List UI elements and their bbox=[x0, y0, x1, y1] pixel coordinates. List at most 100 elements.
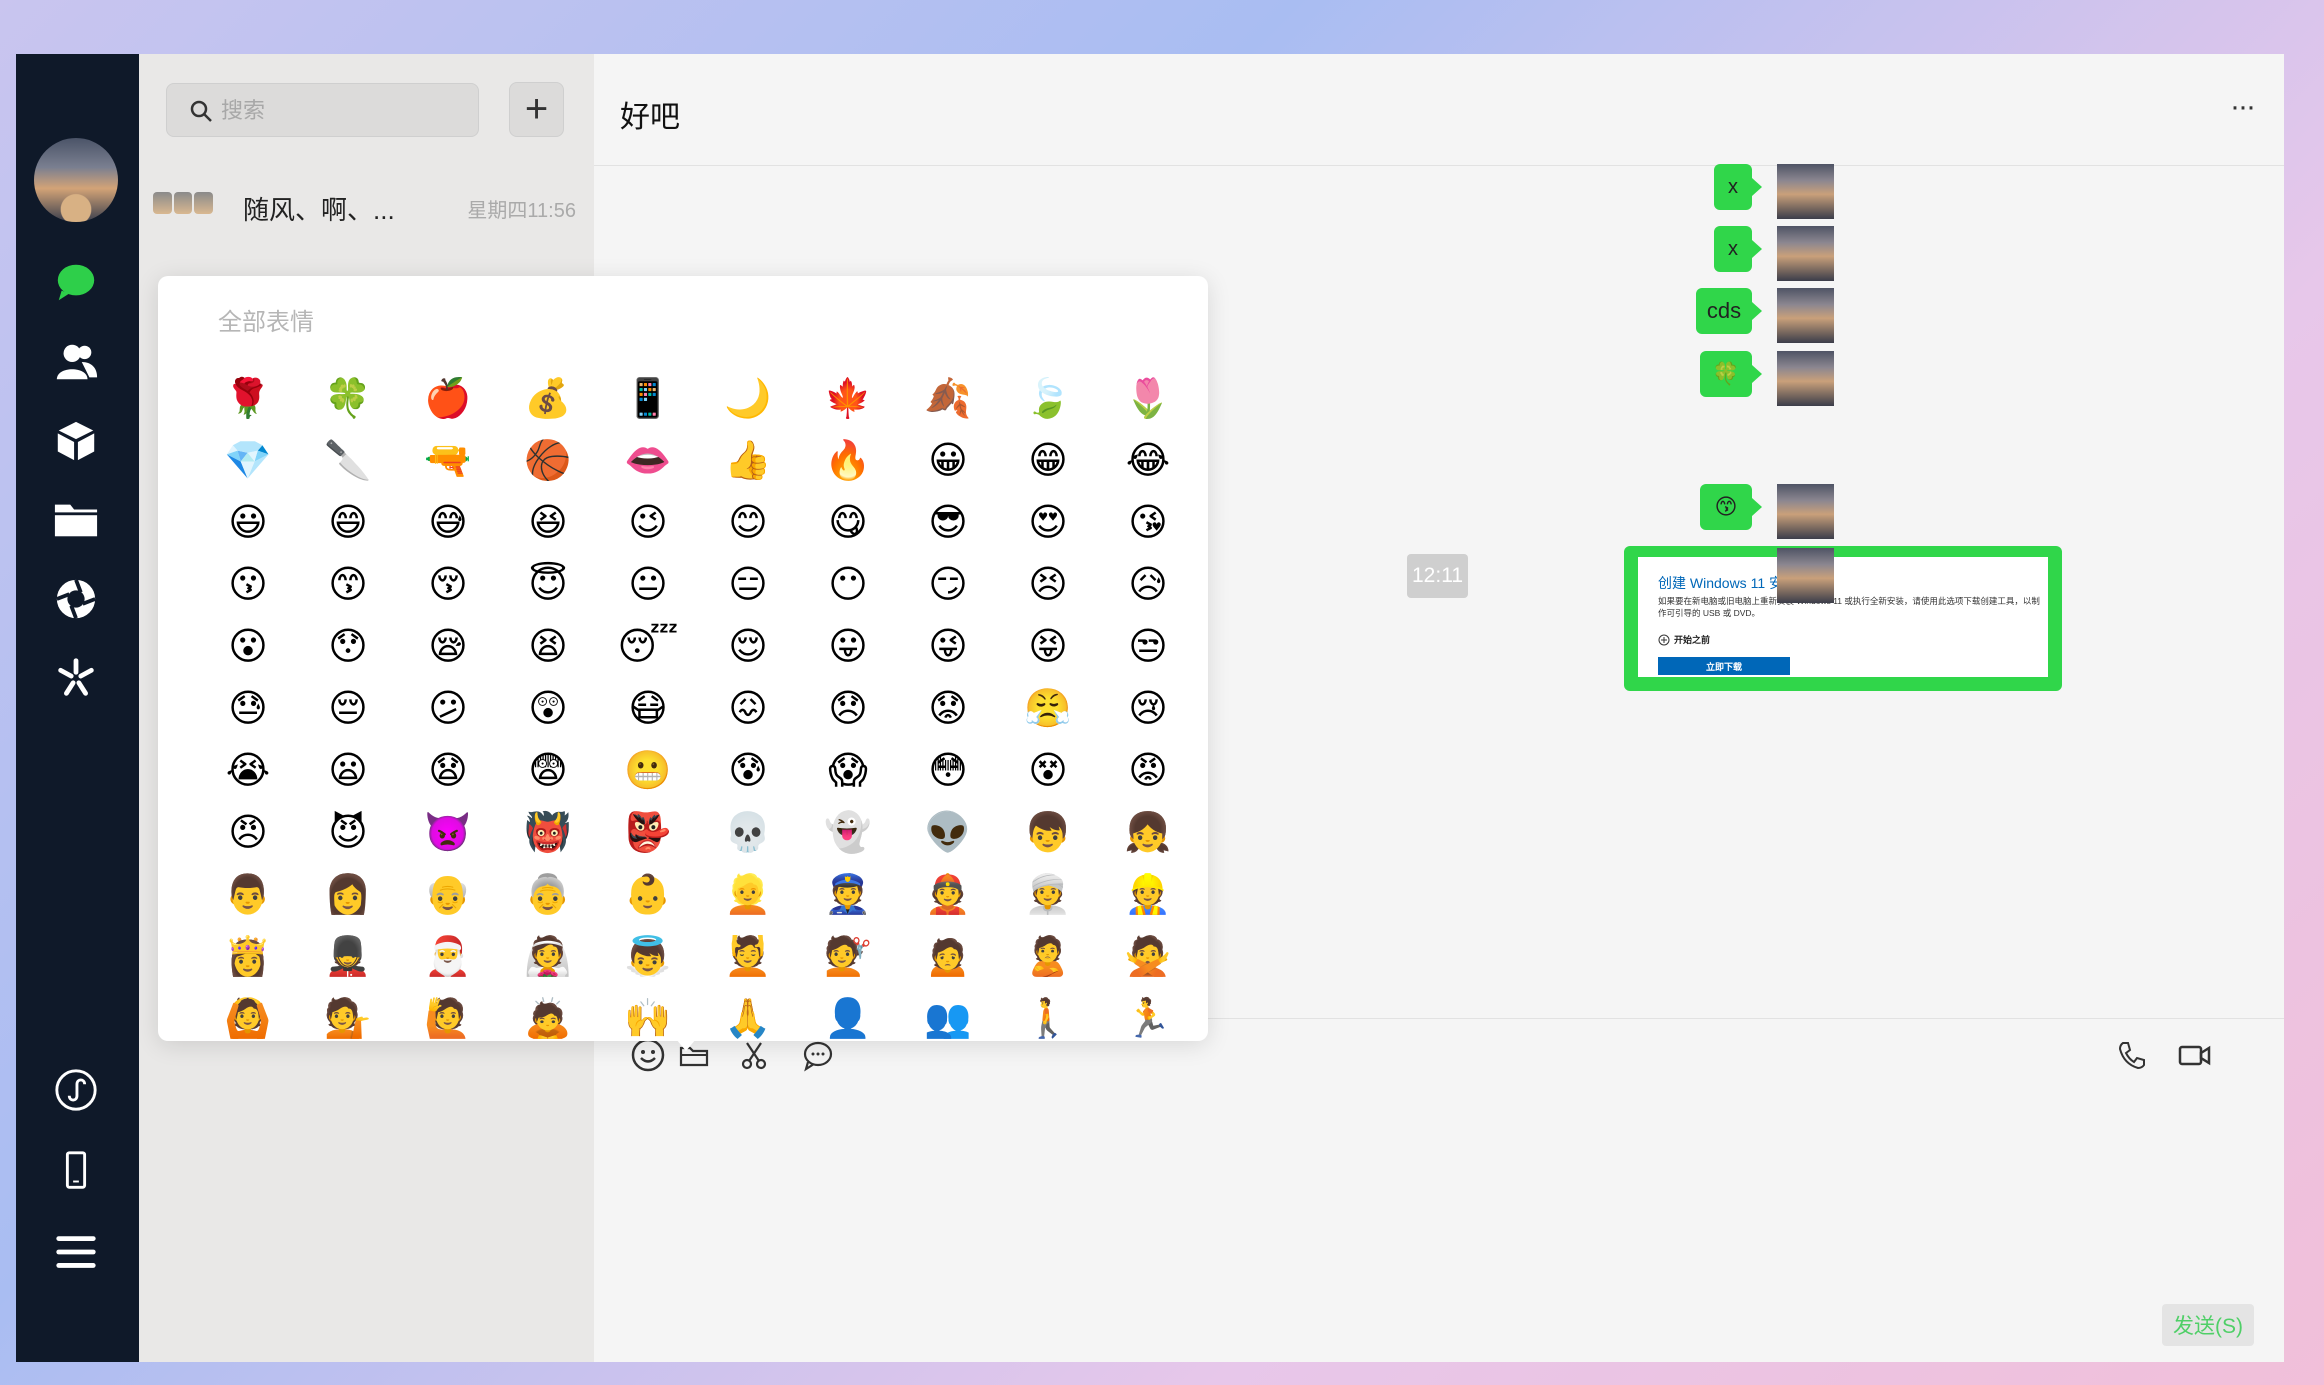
message-bubble[interactable]: 🍀 bbox=[1700, 351, 1762, 397]
emoji-item[interactable]: 😍 bbox=[998, 492, 1098, 554]
message-bubble[interactable]: 创建 Windows 11 安装 如果要在新电脑或旧电脑上重新安装 Window… bbox=[1624, 546, 2062, 691]
emoji-item[interactable]: 😃 bbox=[198, 492, 298, 554]
emoji-item[interactable]: 😤 bbox=[998, 678, 1098, 740]
emoji-item[interactable]: 👲 bbox=[898, 864, 998, 926]
emoji-item[interactable]: 🌹 bbox=[198, 368, 298, 430]
folder-icon[interactable] bbox=[46, 490, 106, 550]
emoji-item[interactable]: 🙋 bbox=[398, 988, 498, 1041]
emoji-item[interactable]: 😏 bbox=[898, 554, 998, 616]
emoji-item[interactable]: 🔪 bbox=[298, 430, 398, 492]
emoji-item[interactable]: 🍀 bbox=[298, 368, 398, 430]
emoji-item[interactable]: 🍃 bbox=[998, 368, 1098, 430]
emoji-item[interactable]: 💂 bbox=[298, 926, 398, 988]
emoji-item[interactable]: 😭 bbox=[198, 740, 298, 802]
emoji-item[interactable]: 😡 bbox=[1098, 740, 1198, 802]
emoji-item[interactable]: 🙌 bbox=[598, 988, 698, 1041]
avatar[interactable] bbox=[1777, 226, 1834, 281]
emoji-item[interactable]: 😴 bbox=[598, 616, 698, 678]
emoji-item[interactable]: 😔 bbox=[298, 678, 398, 740]
emoji-item[interactable]: 💁 bbox=[298, 988, 398, 1041]
emoji-item[interactable]: 😦 bbox=[298, 740, 398, 802]
emoji-item[interactable]: 😲 bbox=[498, 678, 598, 740]
emoji-item[interactable]: 😮 bbox=[198, 616, 298, 678]
emoji-item[interactable]: 👻 bbox=[798, 802, 898, 864]
emoji-item[interactable]: 😱 bbox=[798, 740, 898, 802]
emoji-item[interactable]: 🍂 bbox=[898, 368, 998, 430]
emoji-item[interactable]: 👸 bbox=[198, 926, 298, 988]
emoji-item[interactable]: 😨 bbox=[498, 740, 598, 802]
message-bubble[interactable]: x bbox=[1714, 226, 1762, 272]
emoji-item[interactable]: 😒 bbox=[1098, 616, 1198, 678]
emoji-item[interactable]: 😶 bbox=[798, 554, 898, 616]
emoji-item[interactable]: 😷 bbox=[598, 678, 698, 740]
emoji-item[interactable]: 👽 bbox=[898, 802, 998, 864]
emoji-item[interactable]: 💆 bbox=[698, 926, 798, 988]
emoji-item[interactable]: 😳 bbox=[898, 740, 998, 802]
emoji-item[interactable]: 🔥 bbox=[798, 430, 898, 492]
aperture-icon[interactable] bbox=[46, 569, 106, 629]
emoji-item[interactable]: 😟 bbox=[898, 678, 998, 740]
emoji-item[interactable]: 😚 bbox=[398, 554, 498, 616]
emoji-item[interactable]: 😖 bbox=[698, 678, 798, 740]
emoji-item[interactable]: 😰 bbox=[698, 740, 798, 802]
emoji-item[interactable]: 👹 bbox=[498, 802, 598, 864]
emoji-item[interactable]: 🙎 bbox=[998, 926, 1098, 988]
emoji-item[interactable]: 👶 bbox=[598, 864, 698, 926]
avatar[interactable] bbox=[1777, 164, 1834, 219]
emoji-item[interactable]: 😯 bbox=[298, 616, 398, 678]
emoji-item[interactable]: 😬 bbox=[598, 740, 698, 802]
emoji-item[interactable]: 😌 bbox=[698, 616, 798, 678]
emoji-item[interactable]: 😈 bbox=[298, 802, 398, 864]
emoji-item[interactable]: 👨 bbox=[198, 864, 298, 926]
emoji-item[interactable]: 👥 bbox=[898, 988, 998, 1041]
avatar[interactable] bbox=[1777, 484, 1834, 539]
emoji-item[interactable]: 😠 bbox=[198, 802, 298, 864]
emoji-item[interactable]: 😛 bbox=[798, 616, 898, 678]
emoji-item[interactable]: 🔫 bbox=[398, 430, 498, 492]
message-bubble[interactable]: cds bbox=[1696, 288, 1762, 334]
emoji-item[interactable]: 💎 bbox=[198, 430, 298, 492]
emoji-item[interactable]: 🙆 bbox=[198, 988, 298, 1041]
video-call-icon[interactable] bbox=[2176, 1037, 2212, 1073]
emoji-item[interactable]: 👷 bbox=[1098, 864, 1198, 926]
emoji-item[interactable]: 👩 bbox=[298, 864, 398, 926]
emoji-item[interactable]: 👧 bbox=[1098, 802, 1198, 864]
emoji-item[interactable]: 😉 bbox=[598, 492, 698, 554]
emoji-item[interactable]: 💇 bbox=[798, 926, 898, 988]
mini-program-icon[interactable] bbox=[46, 1060, 106, 1120]
emoji-item[interactable]: 😫 bbox=[498, 616, 598, 678]
emoji-item[interactable]: 😓 bbox=[198, 678, 298, 740]
emoji-item[interactable]: 🍁 bbox=[798, 368, 898, 430]
emoji-item[interactable]: 📱 bbox=[598, 368, 698, 430]
avatar[interactable] bbox=[1777, 548, 1834, 603]
emoji-item[interactable]: 🏀 bbox=[498, 430, 598, 492]
emoji-item[interactable]: 😆 bbox=[498, 492, 598, 554]
phone-icon[interactable] bbox=[46, 1140, 106, 1200]
emoji-item[interactable]: 👮 bbox=[798, 864, 898, 926]
emoji-item[interactable]: 😙 bbox=[298, 554, 398, 616]
voice-call-icon[interactable] bbox=[2114, 1037, 2150, 1073]
emoji-item[interactable]: 😎 bbox=[898, 492, 998, 554]
cube-icon[interactable] bbox=[46, 411, 106, 471]
emoji-item[interactable]: 👺 bbox=[598, 802, 698, 864]
emoji-item[interactable]: 😑 bbox=[698, 554, 798, 616]
emoji-item[interactable]: 😢 bbox=[1098, 678, 1198, 740]
scissors-icon[interactable] bbox=[736, 1037, 772, 1073]
emoji-item[interactable]: 👰 bbox=[498, 926, 598, 988]
emoji-item[interactable]: 😇 bbox=[498, 554, 598, 616]
emoji-item[interactable]: 💀 bbox=[698, 802, 798, 864]
more-icon[interactable]: ··· bbox=[2230, 90, 2256, 124]
search-box[interactable] bbox=[166, 83, 479, 138]
emoji-item[interactable]: 😂 bbox=[1098, 430, 1198, 492]
emoji-item[interactable]: 😵 bbox=[998, 740, 1098, 802]
message-bubble[interactable]: 😙 bbox=[1700, 484, 1762, 530]
emoji-item[interactable]: 😝 bbox=[998, 616, 1098, 678]
emoji-item[interactable]: 👼 bbox=[598, 926, 698, 988]
emoji-item[interactable]: 😪 bbox=[398, 616, 498, 678]
emoji-item[interactable]: 🙇 bbox=[498, 988, 598, 1041]
emoji-item[interactable]: 😗 bbox=[198, 554, 298, 616]
avatar[interactable] bbox=[1777, 351, 1834, 406]
chat-icon[interactable] bbox=[46, 252, 106, 312]
emoji-item[interactable]: 😜 bbox=[898, 616, 998, 678]
emoji-item[interactable]: 😞 bbox=[798, 678, 898, 740]
